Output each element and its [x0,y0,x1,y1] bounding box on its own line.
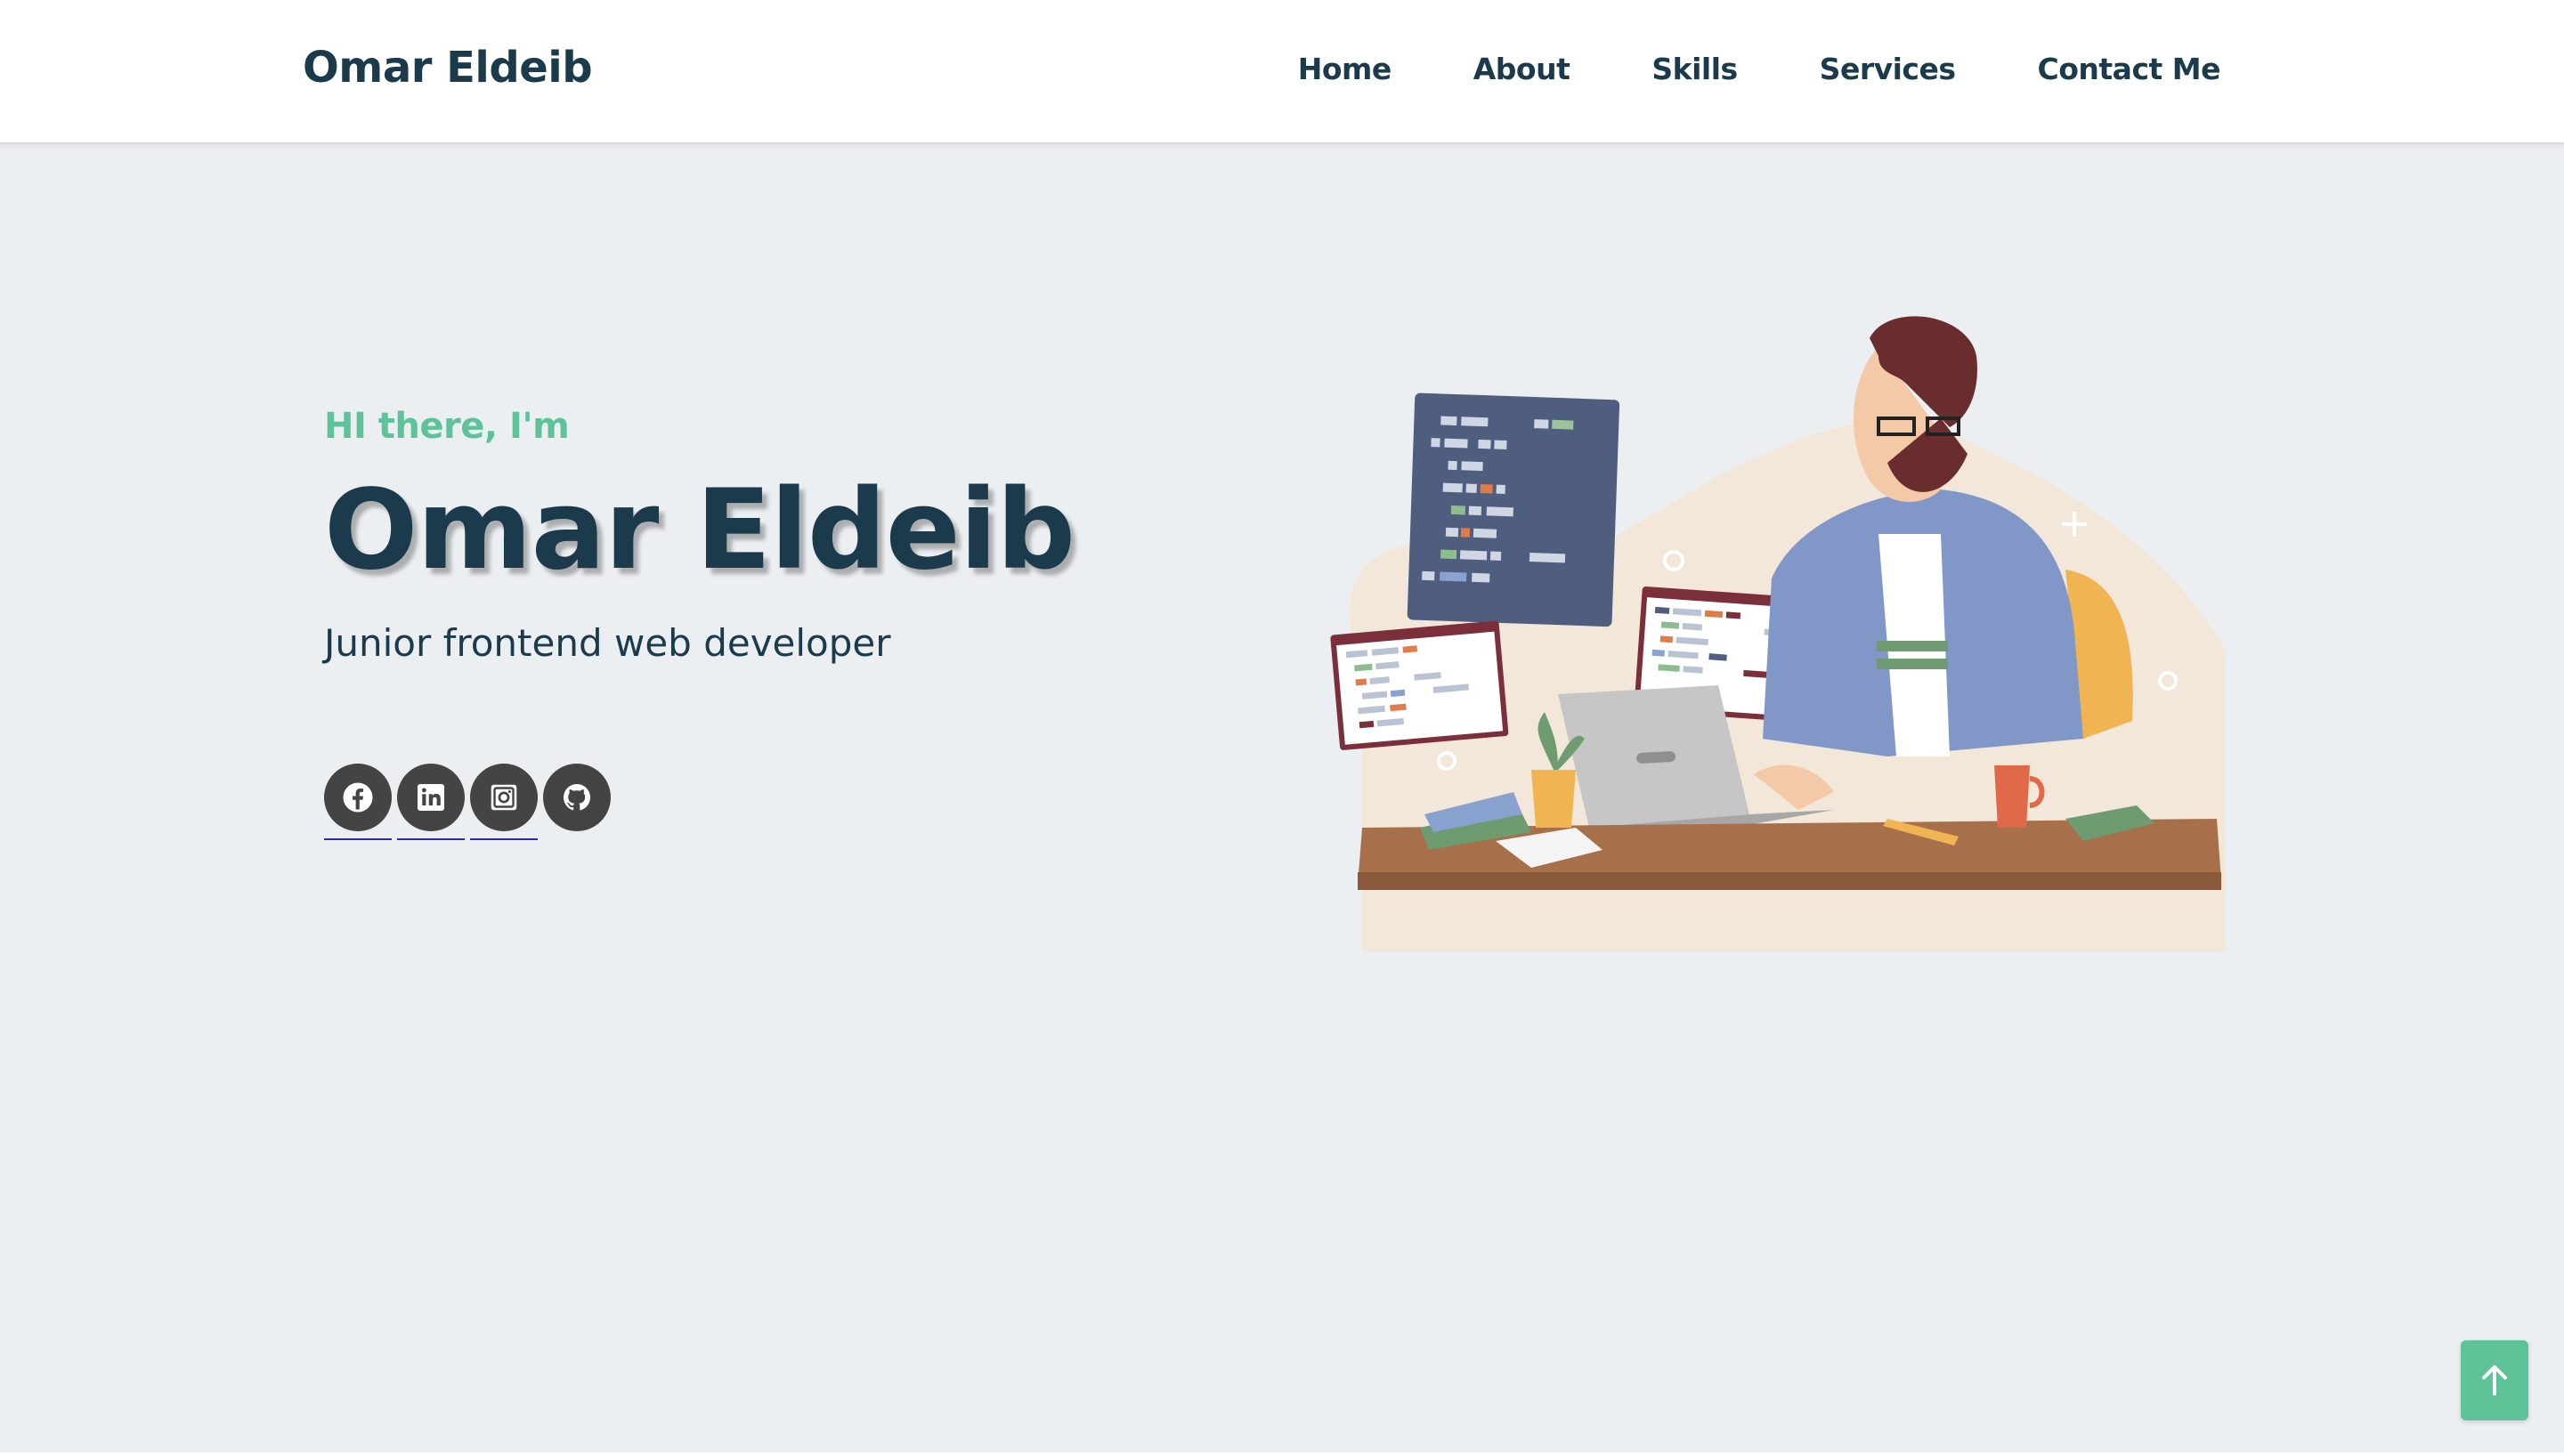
nav-item-services: Services [1738,52,1956,86]
linkedin-icon [397,764,465,831]
back-to-top-button[interactable] [2461,1340,2528,1420]
developer-illustration [1264,294,2226,952]
github-icon [543,764,611,831]
nav-link-about[interactable]: About [1473,52,1570,86]
arrow-up-icon [2482,1365,2507,1395]
navbar: Omar Eldeib Home About Skills Services C… [0,0,2564,144]
hero-role: Junior frontend web developer [324,621,891,666]
nav-item-contact: Contact Me [1956,52,2221,86]
nav-item-skills: Skills [1570,52,1738,86]
page-bottom-edge [0,1452,2564,1456]
instagram-icon [470,764,538,831]
linkedin-link[interactable] [397,764,465,840]
nav-link-services[interactable]: Services [1820,52,1956,86]
facebook-link[interactable] [324,764,392,840]
nav-link-skills[interactable]: Skills [1651,52,1738,86]
hero-intro: HI there, I'm Omar Eldeib Junior fronten… [324,406,1075,665]
hero-name: Omar Eldeib [324,466,1075,595]
facebook-icon [324,764,392,831]
nav-link-home[interactable]: Home [1298,52,1392,86]
nav-item-home: Home [1298,52,1392,86]
hero-greeting: HI there, I'm [324,406,570,447]
nav-item-about: About [1392,52,1570,86]
instagram-link[interactable] [470,764,538,840]
nav-menu: Home About Skills Services Contact Me [1298,52,2221,86]
brand-logo[interactable]: Omar Eldeib [303,43,593,93]
nav-link-contact[interactable]: Contact Me [2038,52,2221,86]
social-links [324,764,616,840]
github-link[interactable] [543,764,611,840]
